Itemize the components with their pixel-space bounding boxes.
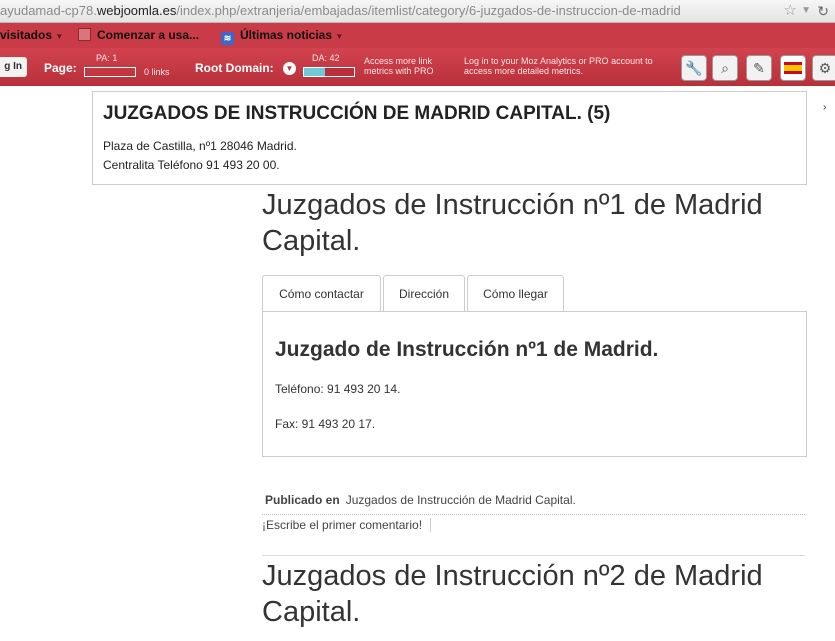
- tab-como-llegar[interactable]: Cómo llegar: [467, 275, 564, 312]
- domain-authority-bar: [303, 67, 355, 77]
- da-caption: DA: 42: [312, 53, 340, 63]
- search-icon[interactable]: ⌕: [712, 55, 738, 81]
- category-address: Plaza de Castilla, nº1 28046 Madrid.: [103, 139, 297, 153]
- login-button[interactable]: g In: [0, 57, 27, 77]
- pencil-icon[interactable]: ✎: [746, 55, 772, 81]
- bookmark-comenzar[interactable]: Comenzar a usa...: [78, 23, 199, 48]
- page-icon: [78, 28, 91, 41]
- rss-icon: ≋: [221, 32, 234, 45]
- bookmark-star-icon[interactable]: ☆: [784, 0, 797, 22]
- url-host: webjoomla.es: [96, 3, 177, 18]
- phone-number: Teléfono: 91 493 20 14.: [275, 382, 401, 396]
- published-category-link[interactable]: Juzgados de Instrucción de Madrid Capita…: [346, 493, 576, 507]
- tab-panel-contact: Juzgado de Instrucción nº1 de Madrid. Te…: [262, 311, 807, 457]
- address-bar[interactable]: ayudamad-cp78.webjoomla.es/index.php/ext…: [0, 0, 835, 23]
- category-header: JUZGADOS DE INSTRUCCIÓN DE MADRID CAPITA…: [92, 91, 807, 185]
- root-domain-label: Root Domain:: [195, 61, 274, 75]
- access-more-note[interactable]: Access more link metrics with PRO: [364, 56, 442, 76]
- wrench-icon[interactable]: 🔧: [681, 55, 707, 81]
- category-phone: Centralita Teléfono 91 493 20 00.: [103, 158, 280, 172]
- category-title: JUZGADOS DE INSTRUCCIÓN DE MADRID CAPITA…: [103, 103, 611, 124]
- mozbar-toolbar: g In Page: PA: 1 0 links Root Domain: ▼ …: [0, 48, 835, 86]
- reload-icon[interactable]: ↻: [817, 0, 829, 22]
- item-title[interactable]: Juzgados de Instrucción nº2 de Madrid Ca…: [262, 558, 822, 630]
- domain-authority-fill: [304, 68, 325, 76]
- chevron-down-icon: ▼: [55, 32, 64, 41]
- page-authority-bar: [84, 67, 136, 77]
- bookmark-visitados[interactable]: visitados ▼: [0, 23, 63, 49]
- bookmarks-bar: visitados ▼ Comenzar a usa... ≋ Últimas n…: [0, 23, 835, 48]
- links-count: 0 links: [144, 67, 170, 77]
- item-divider: [262, 555, 805, 556]
- url-path: /index.php/extranjeria/embajadas/itemlis…: [176, 3, 681, 18]
- page-label: Page:: [44, 61, 77, 75]
- panel-heading: Juzgado de Instrucción nº1 de Madrid.: [275, 338, 659, 361]
- spain-flag-icon[interactable]: [780, 55, 806, 81]
- chevron-right-icon[interactable]: ›: [823, 102, 826, 113]
- tab-direccion[interactable]: Dirección: [383, 275, 465, 312]
- root-domain-dropdown-icon[interactable]: ▼: [283, 62, 296, 75]
- login-note[interactable]: Log in to your Moz Analytics or PRO acco…: [464, 56, 660, 76]
- category-description: Plaza de Castilla, nº1 28046 Madrid. Cen…: [103, 137, 297, 175]
- gear-icon[interactable]: ⚙: [812, 55, 835, 81]
- fax-number: Fax: 91 493 20 17.: [275, 417, 376, 431]
- first-comment-link[interactable]: ¡Escribe el primer comentario!: [262, 518, 432, 532]
- published-in: Publicado en Juzgados de Instrucción de M…: [265, 493, 576, 507]
- published-label: Publicado en: [265, 493, 340, 507]
- item-title[interactable]: Juzgados de Instrucción nº1 de Madrid Ca…: [262, 187, 822, 259]
- chevron-down-icon: ▼: [335, 32, 344, 41]
- history-dropdown-icon[interactable]: ▼: [801, 0, 811, 22]
- meta-divider: [262, 514, 805, 515]
- pa-caption: PA: 1: [96, 53, 118, 63]
- tab-como-contactar[interactable]: Cómo contactar: [262, 275, 381, 314]
- url-prefix: ayudamad-cp78.: [0, 3, 97, 18]
- bookmark-ultimas-noticias[interactable]: ≋ Últimas noticias ▼: [221, 23, 343, 49]
